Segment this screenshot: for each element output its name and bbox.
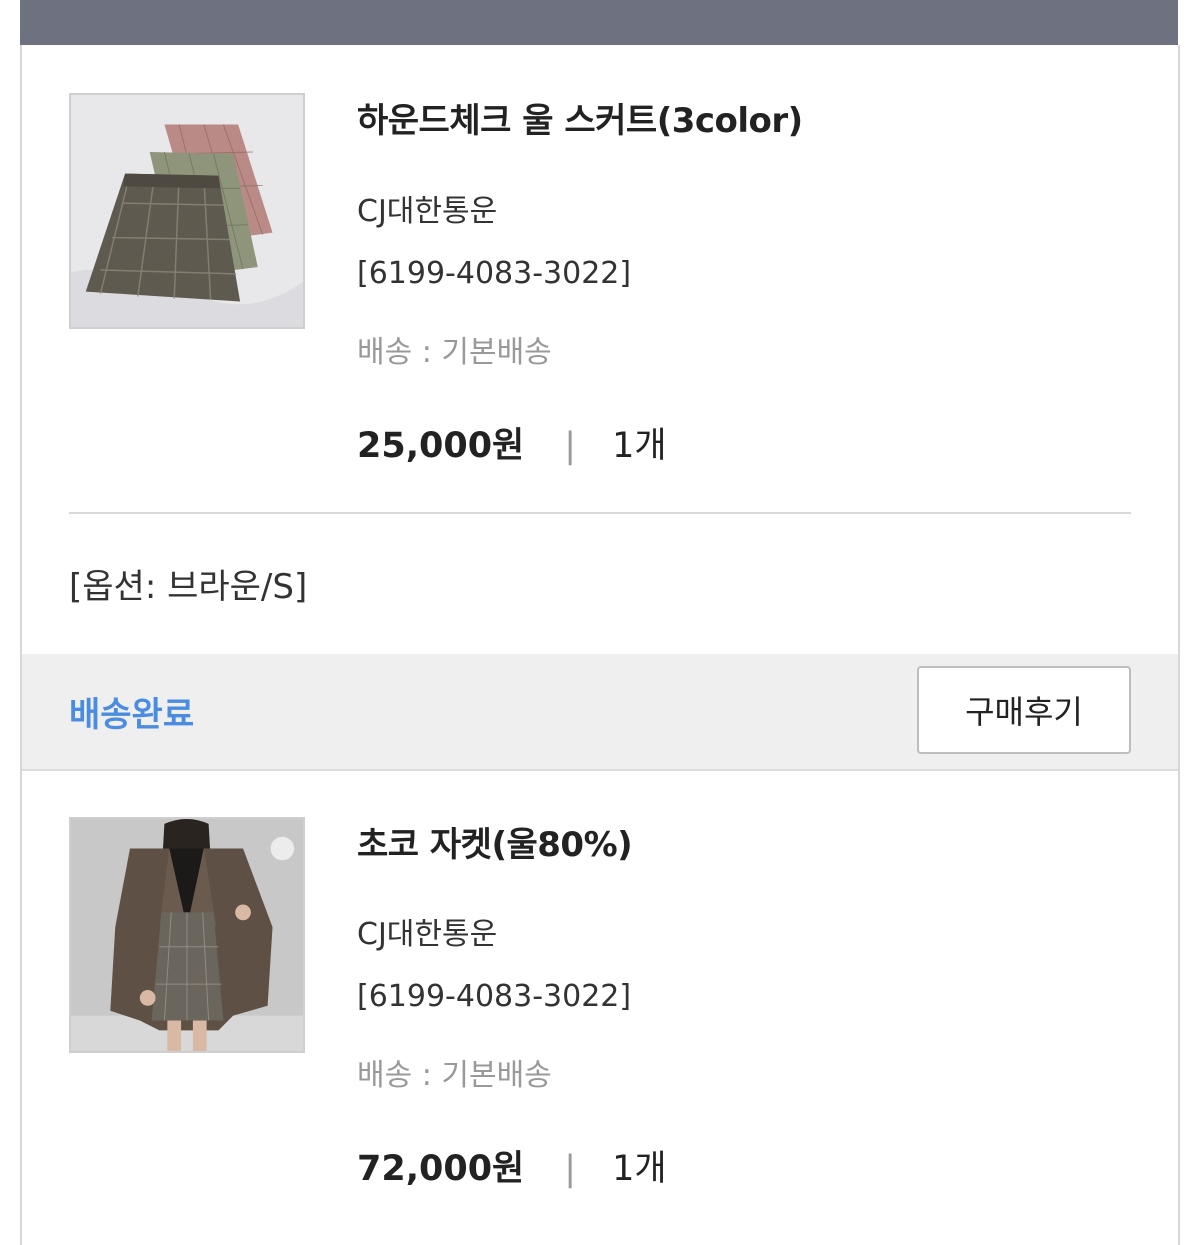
order-item: 하운드체크 울 스커트(3color) CJ대한통운 [6199-4083-30… — [22, 45, 1178, 515]
product-price: 72,000원 — [357, 1149, 525, 1189]
product-quantity: 1개 — [612, 1149, 667, 1189]
write-review-button[interactable]: 구매후기 — [917, 666, 1131, 754]
jacket-product-photo — [71, 819, 303, 1051]
product-title[interactable]: 하운드체크 울 스커트(3color) — [357, 93, 803, 142]
order-status-bar: 배송완료 구매후기 — [22, 654, 1178, 771]
product-option: [옵션: 브라운/S] — [69, 567, 308, 607]
order-list: 하운드체크 울 스커트(3color) CJ대한통운 [6199-4083-30… — [20, 45, 1180, 1245]
tracking-number[interactable]: [6199-4083-3022] — [357, 979, 631, 1014]
carrier-name: CJ대한통운 — [357, 917, 498, 952]
skirt-product-photo — [71, 95, 303, 327]
order-item: 초코 자켓(울80%) CJ대한통운 [6199-4083-3022] 배송 :… — [22, 769, 1178, 1239]
product-title[interactable]: 초코 자켓(울80%) — [357, 817, 633, 866]
top-bar — [20, 0, 1178, 45]
product-quantity: 1개 — [612, 426, 667, 466]
shipping-method: 배송 : 기본배송 — [357, 335, 552, 370]
price-row: 72,000원 | 1개 — [357, 1140, 667, 1191]
product-thumbnail[interactable] — [69, 817, 305, 1053]
price-separator: | — [564, 1149, 577, 1189]
product-price: 25,000원 — [357, 426, 525, 466]
carrier-name: CJ대한통운 — [357, 194, 498, 229]
price-separator: | — [564, 426, 577, 466]
divider — [69, 512, 1131, 514]
shipping-method: 배송 : 기본배송 — [357, 1058, 552, 1093]
product-thumbnail[interactable] — [69, 93, 305, 329]
price-row: 25,000원 | 1개 — [357, 417, 667, 468]
delivery-status: 배송완료 — [69, 695, 195, 735]
tracking-number[interactable]: [6199-4083-3022] — [357, 256, 631, 291]
